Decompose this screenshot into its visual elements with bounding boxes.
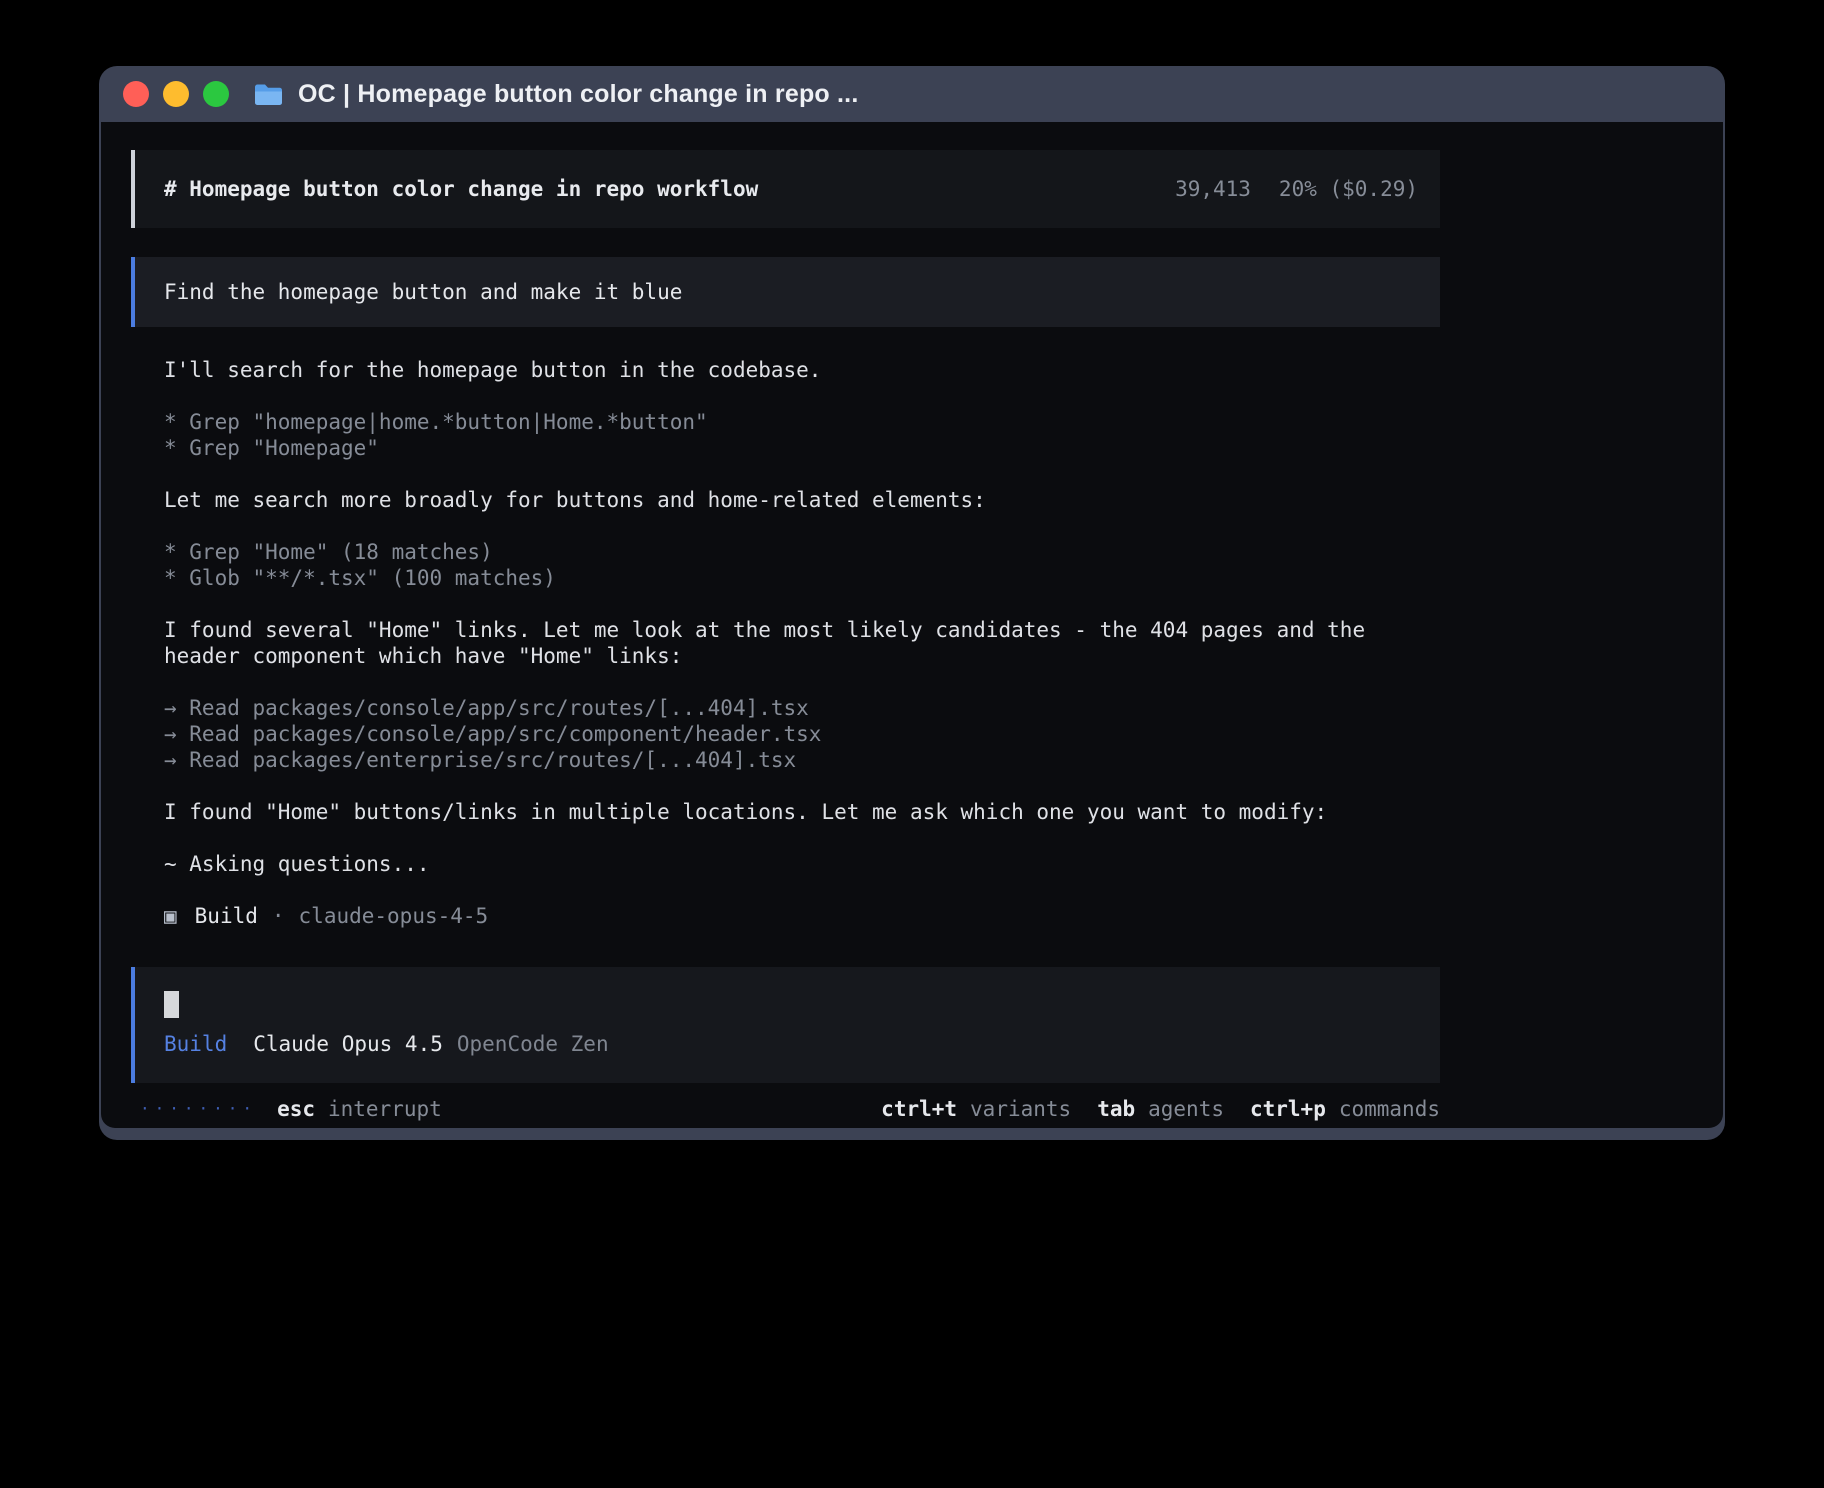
shortcut-label: commands	[1339, 1095, 1440, 1123]
session-header: # Homepage button color change in repo w…	[131, 150, 1440, 228]
shortcut-label: variants	[970, 1095, 1071, 1123]
model-provider: OpenCode Zen	[457, 1031, 609, 1057]
close-button[interactable]	[123, 81, 149, 107]
status-asking-questions: ~ Asking questions...	[164, 851, 1440, 877]
shortcut-commands: ctrl+p commands	[1250, 1095, 1440, 1123]
active-agent-label: Build	[164, 1031, 227, 1057]
model-bar: Build Claude Opus 4.5 OpenCode Zen	[164, 1031, 1418, 1057]
terminal-window: OC | Homepage button color change in rep…	[99, 66, 1725, 1140]
shortcut-agents: tab agents	[1097, 1095, 1224, 1123]
traffic-lights	[123, 81, 229, 107]
tool-call-grep: * Grep "Home" (18 matches)	[164, 539, 1440, 565]
window-title: OC | Homepage button color change in rep…	[298, 80, 858, 109]
shortcut-hints: ctrl+t variants tab agents ctrl+p comman…	[881, 1095, 1440, 1123]
context-usage: 20% ($0.29)	[1279, 177, 1418, 201]
active-model-name: Claude Opus 4.5	[253, 1031, 443, 1057]
session-title: # Homepage button color change in repo w…	[164, 177, 758, 201]
assistant-text: I found "Home" buttons/links in multiple…	[164, 799, 1440, 825]
shortcut-key: ctrl+t	[881, 1095, 957, 1123]
shortcut-variants: ctrl+t variants	[881, 1095, 1071, 1123]
separator-dot: ·	[272, 903, 285, 929]
token-count: 39,413	[1175, 177, 1251, 201]
assistant-text: I'll search for the homepage button in t…	[164, 357, 1440, 383]
agent-name: Build	[195, 903, 258, 929]
shortcut-key: tab	[1097, 1095, 1135, 1123]
assistant-text: I found several "Home" links. Let me loo…	[164, 617, 1440, 669]
spinner-dots-icon: ········	[140, 1095, 257, 1123]
user-message: Find the homepage button and make it blu…	[131, 257, 1440, 327]
assistant-text: Let me search more broadly for buttons a…	[164, 487, 1440, 513]
shortcut-key: esc	[277, 1095, 315, 1123]
session-stats: 39,413 20% ($0.29)	[1175, 177, 1418, 201]
tool-call-grep: * Grep "Homepage"	[164, 435, 1440, 461]
status-bar: ········ esc interrupt ctrl+t variants t…	[131, 1095, 1440, 1123]
agent-model: claude-opus-4-5	[299, 903, 489, 929]
shortcut-label: interrupt	[328, 1095, 442, 1123]
zoom-button[interactable]	[203, 81, 229, 107]
agent-square-icon: ▣	[164, 903, 177, 929]
prompt-input[interactable]: Build Claude Opus 4.5 OpenCode Zen	[131, 967, 1440, 1083]
shortcut-label: agents	[1148, 1095, 1224, 1123]
assistant-transcript: I'll search for the homepage button in t…	[131, 327, 1440, 929]
shortcut-key: ctrl+p	[1250, 1095, 1326, 1123]
text-cursor	[164, 991, 179, 1018]
window-titlebar: OC | Homepage button color change in rep…	[101, 66, 1723, 122]
agent-status-line: ▣ Build · claude-opus-4-5	[164, 903, 1440, 929]
folder-icon	[253, 82, 284, 107]
tool-call-grep: * Grep "homepage|home.*button|Home.*butt…	[164, 409, 1440, 435]
tool-call-read: → Read packages/console/app/src/routes/[…	[164, 695, 1440, 721]
shortcut-interrupt: esc interrupt	[277, 1095, 442, 1123]
tool-call-read: → Read packages/console/app/src/componen…	[164, 721, 1440, 747]
tool-call-glob: * Glob "**/*.tsx" (100 matches)	[164, 565, 1440, 591]
minimize-button[interactable]	[163, 81, 189, 107]
user-message-text: Find the homepage button and make it blu…	[164, 280, 682, 304]
tool-call-read: → Read packages/enterprise/src/routes/[.…	[164, 747, 1440, 773]
terminal-content: # Homepage button color change in repo w…	[101, 122, 1723, 1128]
